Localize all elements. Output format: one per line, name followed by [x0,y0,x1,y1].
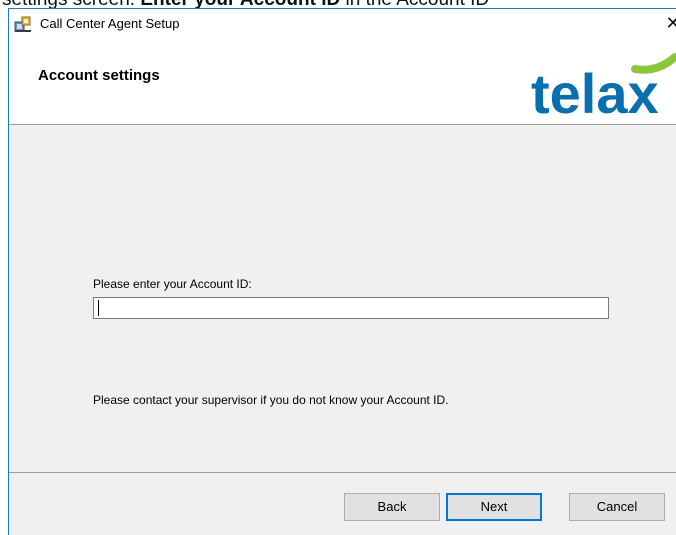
setup-window: Call Center Agent Setup ✕ Account settin… [8,8,676,535]
close-button[interactable]: ✕ [657,9,676,39]
button-bar: Back Next Cancel [9,472,676,535]
next-button[interactable]: Next [446,493,542,521]
screenshot-stage: settings screen. Enter your Account ID i… [0,0,676,535]
close-icon: ✕ [665,13,676,34]
window-title: Call Center Agent Setup [40,16,180,31]
page-header: Account settings telax [9,39,676,125]
logo-text: telax [531,62,659,124]
account-id-input[interactable] [93,297,609,319]
text-caret [98,300,99,316]
back-button[interactable]: Back [344,493,440,521]
cancel-button[interactable]: Cancel [569,493,665,521]
telax-logo: telax [531,53,676,124]
content-panel: Please enter your Account ID: Please con… [9,125,676,472]
title-bar[interactable]: Call Center Agent Setup ✕ [9,9,676,39]
installer-icon [14,16,31,32]
help-text: Please contact your supervisor if you do… [93,393,449,407]
page-title: Account settings [38,67,160,84]
account-id-label: Please enter your Account ID: [93,277,252,291]
